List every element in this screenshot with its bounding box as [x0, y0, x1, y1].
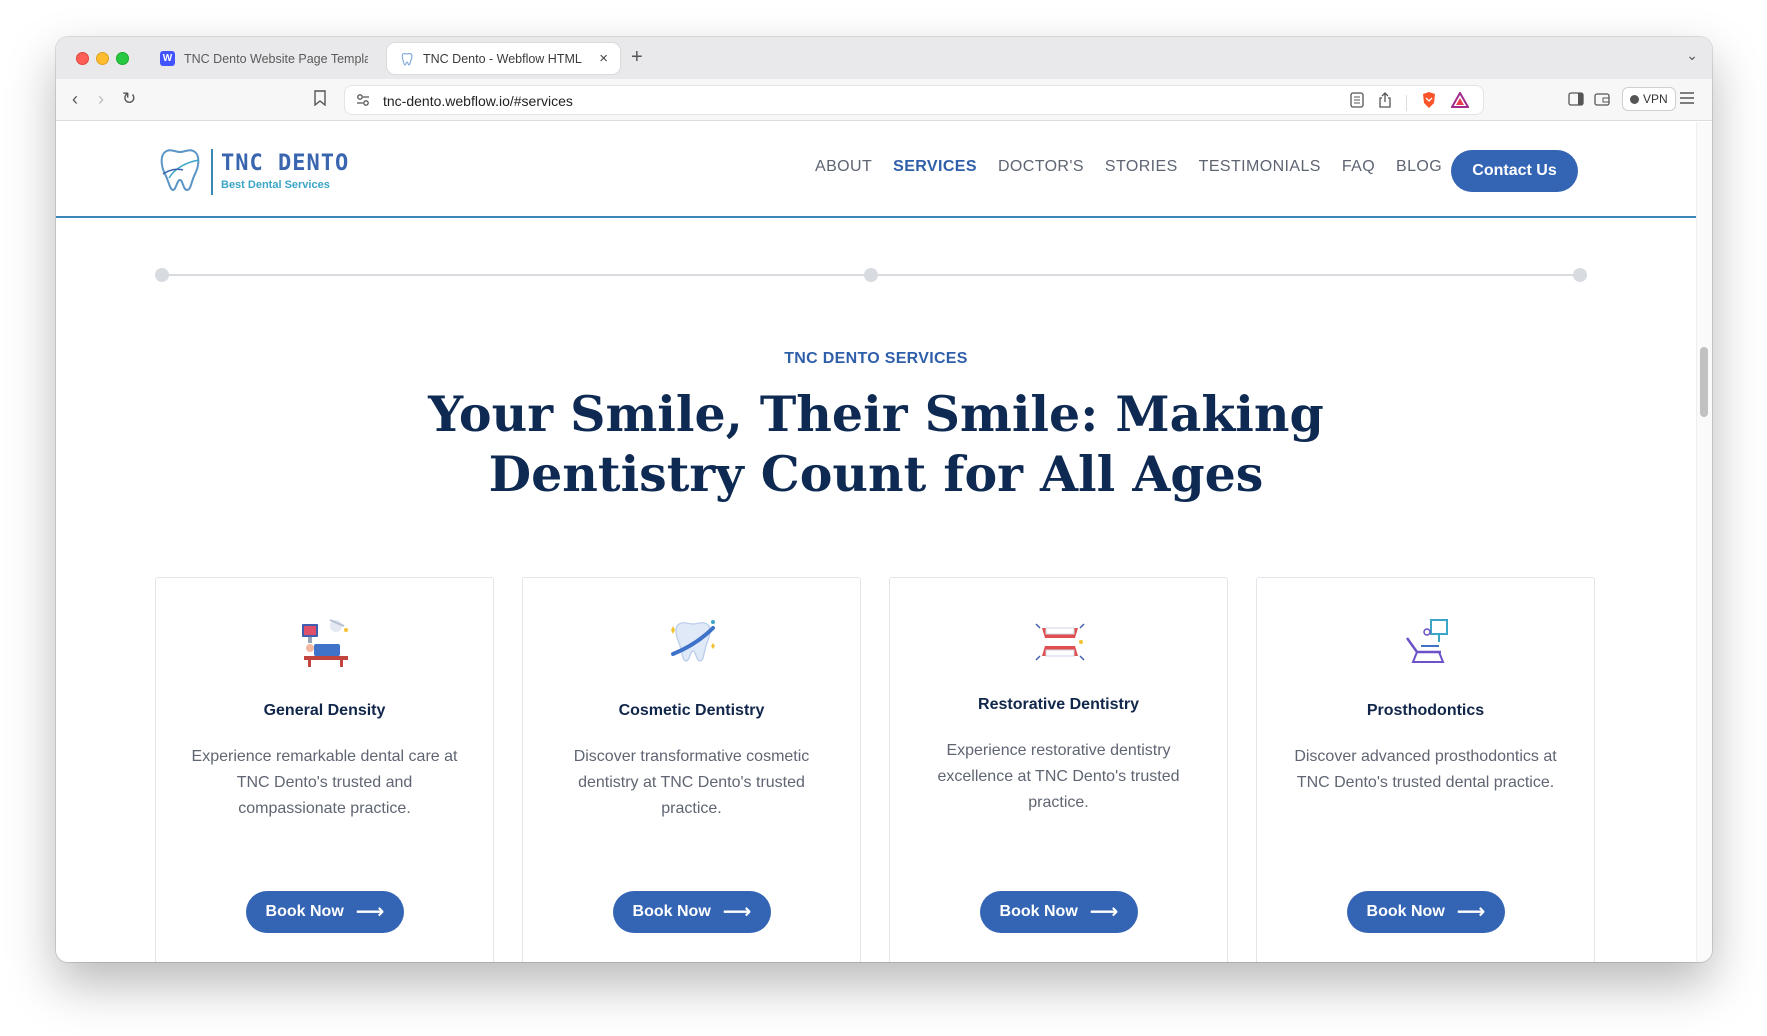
reload-icon[interactable]: ↻ — [122, 88, 136, 110]
section-divider — [155, 268, 1587, 282]
tab-tnc-dento[interactable]: TNC Dento - Webflow HTML website templat… — [387, 43, 620, 74]
nav-doctors[interactable]: DOCTOR'S — [998, 158, 1084, 176]
tooth-icon — [399, 51, 414, 66]
sparkling-tooth-icon — [667, 616, 719, 668]
card-description: Discover transformative cosmetic dentist… — [573, 748, 810, 817]
nav-about[interactable]: ABOUT — [815, 158, 872, 176]
book-now-label: Book Now — [265, 903, 344, 920]
vpn-status-icon — [1630, 94, 1639, 104]
browser-toolbar: ‹ › ↻ tnc-dento.webflow.io/#services VPN — [56, 79, 1712, 121]
divider — [1406, 94, 1407, 111]
vpn-label: VPN — [1643, 92, 1668, 106]
browser-window: W TNC Dento Website Page Template TNC De… — [56, 37, 1712, 962]
dental-chair-icon — [1401, 616, 1453, 668]
denture-icon — [1034, 616, 1086, 668]
contact-us-button[interactable]: Contact Us — [1451, 150, 1578, 192]
divider-dot — [864, 268, 878, 282]
wallet-icon[interactable] — [1594, 89, 1610, 111]
brave-shield-icon[interactable] — [1421, 91, 1437, 114]
tooth-logo-icon — [155, 144, 205, 199]
back-icon[interactable]: ‹ — [72, 88, 78, 110]
service-card-cosmetic: Cosmetic Dentistry Discover transformati… — [522, 577, 861, 962]
logo-tagline: Best Dental Services — [221, 179, 330, 191]
page-scrollbar[interactable] — [1696, 122, 1712, 962]
service-card-general: General Density Experience remarkable de… — [155, 577, 494, 962]
headline-line-2: Dentistry Count for All Ages — [488, 445, 1264, 503]
nav-faq[interactable]: FAQ — [1342, 158, 1375, 176]
share-icon[interactable] — [1378, 92, 1392, 113]
divider-dot — [1573, 268, 1587, 282]
vpn-button[interactable]: VPN — [1622, 87, 1676, 111]
headline-line-1: Your Smile, Their Smile: Making — [428, 385, 1324, 443]
close-tab-icon[interactable]: × — [599, 50, 608, 67]
logo-divider — [211, 148, 213, 195]
main-nav: ABOUT SERVICES DOCTOR'S STORIES TESTIMON… — [815, 158, 1442, 176]
url-text: tnc-dento.webflow.io/#services — [383, 93, 573, 109]
address-bar[interactable]: tnc-dento.webflow.io/#services — [344, 85, 1484, 115]
book-now-label: Book Now — [1366, 903, 1445, 920]
close-window-button[interactable] — [76, 52, 89, 65]
dental-chair-office-icon — [300, 616, 352, 668]
web-page: TNC DENTO Best Dental Services ABOUT SER… — [56, 122, 1696, 962]
card-description: Experience restorative dentistry excelle… — [937, 742, 1180, 811]
chevron-down-icon[interactable]: ⌄ — [1686, 47, 1698, 64]
minimize-window-button[interactable] — [96, 52, 109, 65]
nav-blog[interactable]: BLOG — [1396, 158, 1442, 176]
bookmark-icon[interactable] — [314, 89, 326, 111]
card-title: Restorative Dentistry — [978, 696, 1139, 713]
service-card-restorative: Restorative Dentistry Experience restora… — [889, 577, 1228, 962]
site-logo[interactable]: TNC DENTO Best Dental Services — [155, 144, 349, 199]
tab-strip: W TNC Dento Website Page Template TNC De… — [56, 37, 1712, 79]
tab-label: TNC Dento - Webflow HTML website templat… — [423, 51, 584, 66]
scrollbar-thumb[interactable] — [1700, 347, 1708, 417]
arrow-right-icon: ⟶ — [355, 901, 385, 923]
card-description: Experience remarkable dental care at TNC… — [191, 748, 458, 817]
card-description: Discover advanced prosthodontics at TNC … — [1294, 748, 1557, 791]
book-now-button[interactable]: Book Now ⟶ — [980, 891, 1138, 933]
tab-template-page[interactable]: W TNC Dento Website Page Template — [148, 43, 380, 74]
book-now-label: Book Now — [632, 903, 711, 920]
menu-icon[interactable] — [1679, 88, 1695, 110]
section-headline: Your Smile, Their Smile: Making Dentistr… — [376, 384, 1376, 504]
forward-icon[interactable]: › — [98, 88, 104, 110]
card-title: Prosthodontics — [1366, 702, 1485, 719]
nav-testimonials[interactable]: TESTIMONIALS — [1199, 158, 1321, 176]
book-now-button[interactable]: Book Now ⟶ — [246, 891, 404, 933]
arrow-right-icon: ⟶ — [722, 901, 752, 923]
book-now-button[interactable]: Book Now ⟶ — [1347, 891, 1505, 933]
nav-services[interactable]: SERVICES — [893, 158, 977, 176]
card-title: General Density — [263, 702, 386, 719]
reader-mode-icon[interactable] — [1350, 92, 1364, 113]
arrow-right-icon: ⟶ — [1456, 901, 1486, 923]
section-eyebrow: TNC DENTO SERVICES — [784, 350, 968, 367]
book-now-label: Book Now — [999, 903, 1078, 920]
tab-label: TNC Dento Website Page Template — [184, 51, 368, 66]
card-title: Cosmetic Dentistry — [618, 702, 765, 719]
logo-text: TNC DENTO Best Dental Services — [221, 151, 350, 192]
zoom-window-button[interactable] — [116, 52, 129, 65]
webflow-icon: W — [160, 51, 175, 66]
sidebar-toggle-icon[interactable] — [1568, 89, 1584, 111]
brave-rewards-icon[interactable] — [1450, 90, 1470, 113]
site-settings-icon[interactable] — [355, 92, 371, 113]
service-card-prosthodontics: Prosthodontics Discover advanced prostho… — [1256, 577, 1595, 962]
arrow-right-icon: ⟶ — [1089, 901, 1119, 923]
logo-name: TNC DENTO — [221, 151, 350, 176]
site-header: TNC DENTO Best Dental Services ABOUT SER… — [56, 122, 1696, 218]
new-tab-button[interactable]: + — [631, 46, 643, 69]
book-now-button[interactable]: Book Now ⟶ — [613, 891, 771, 933]
divider-dot — [155, 268, 169, 282]
nav-stories[interactable]: STORIES — [1105, 158, 1178, 176]
